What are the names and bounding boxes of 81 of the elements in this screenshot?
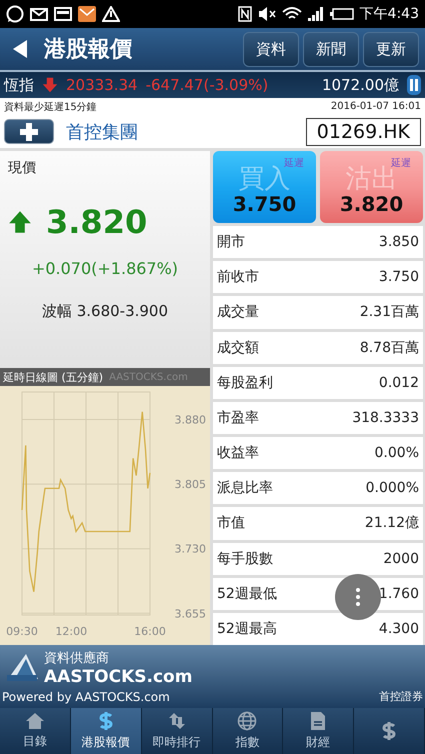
price-change: +0.070(+1.867%) [30, 259, 180, 278]
swap-arrows-icon [168, 711, 186, 731]
chat-icon [6, 5, 24, 23]
stat-value: 4.300 [378, 620, 419, 637]
dollar-icon [98, 711, 114, 731]
nfc-icon [238, 6, 252, 22]
stock-code-field[interactable]: 01269.HK [306, 118, 421, 146]
update-time: 2016-01-07 16:01 [330, 101, 421, 112]
nav-tab[interactable]: 目錄 [0, 708, 71, 754]
stat-label: 成交量 [217, 303, 259, 322]
provider-name: AASTOCKS.com [44, 667, 192, 687]
nav-tab[interactable]: 即時排行 [142, 708, 212, 754]
battery-icon [330, 8, 354, 20]
stat-value: 0.012 [378, 374, 419, 391]
provider-label: 資料供應商 [44, 650, 110, 667]
down-arrow-icon [42, 77, 58, 93]
stat-label: 每股盈利 [217, 374, 273, 392]
stat-label: 前收市 [217, 268, 259, 286]
stat-value: 0.000% [366, 480, 419, 496]
index-value: 20333.34 [66, 76, 138, 94]
price-label: 現價 [8, 159, 37, 177]
stat-label: 市盈率 [217, 408, 259, 427]
x-tick-label: 12:00 [55, 625, 88, 638]
index-change: -647.47(-3.09%) [146, 76, 268, 94]
stat-label: 市值 [217, 514, 245, 532]
home-icon [24, 712, 45, 730]
stat-value: 318.3333 [352, 410, 419, 426]
broker-name: 首控證券 [379, 689, 423, 704]
mail-icon [30, 8, 48, 20]
stat-value: 2.31百萬 [360, 303, 419, 322]
card-icon [54, 7, 72, 21]
page-title: 港股報價 [44, 36, 133, 64]
header-button[interactable]: 資料 [243, 32, 299, 66]
header-button[interactable]: 新聞 [303, 32, 359, 66]
delay-notice: 資料最少延遲15分鐘 [4, 100, 97, 114]
stat-value: 3.750 [378, 269, 419, 286]
x-tick-label: 09:30 [6, 625, 38, 638]
globe-icon [237, 711, 258, 731]
plus-icon [20, 122, 38, 140]
x-tick-label: 16:00 [134, 625, 166, 638]
clock-time: 下午4:43 [360, 5, 419, 23]
nav-tab[interactable]: 指數 [212, 708, 284, 754]
index-name: 恆指 [4, 76, 34, 94]
stat-value: 2000 [383, 550, 419, 567]
dollar-icon [381, 721, 398, 741]
stat-label: 開市 [217, 233, 245, 252]
y-tick-label: 3.805 [174, 478, 206, 492]
up-arrow-icon [8, 210, 32, 234]
stat-label: 收益率 [217, 444, 259, 462]
stat-value: 21.12億 [364, 514, 419, 532]
y-tick-label: 3.730 [174, 542, 206, 556]
mute-icon [258, 7, 276, 21]
stat-value: 3.850 [378, 234, 419, 250]
chart-title: 延時日線圖 (五分鐘) [3, 370, 104, 384]
stat-value: 0.00% [374, 445, 419, 462]
stat-label: 52週最低 [217, 584, 277, 603]
stat-label: 成交額 [217, 338, 259, 357]
stat-label: 每手股數 [217, 550, 273, 568]
stat-value: 8.78百萬 [360, 338, 419, 357]
stock-name: 首控集團 [66, 120, 139, 144]
back-icon[interactable] [12, 39, 28, 59]
nav-tab[interactable]: 財經 [283, 708, 354, 754]
nav-tab[interactable]: 港股報價 [70, 708, 142, 754]
stat-label: 52週最高 [217, 620, 277, 638]
signal-icon [308, 7, 324, 21]
stat-value: 1.760 [378, 586, 419, 602]
header-button[interactable]: 更新 [363, 32, 419, 66]
price-range: 波幅 3.680-3.900 [40, 302, 170, 321]
mail-icon [78, 6, 96, 22]
warning-icon [102, 6, 120, 22]
powered-by: Powered by AASTOCKS.com [2, 690, 170, 704]
y-tick-label: 3.880 [174, 414, 206, 427]
add-button[interactable] [4, 119, 54, 144]
y-tick-label: 3.655 [174, 607, 206, 620]
logo-icon [6, 653, 40, 683]
document-icon [310, 711, 326, 731]
index-turnover: 1072.00億 [322, 76, 399, 94]
current-price: 3.820 [46, 203, 148, 241]
more-icon [356, 588, 360, 606]
pause-icon[interactable] [407, 75, 421, 95]
stat-label: 派息比率 [217, 479, 273, 498]
